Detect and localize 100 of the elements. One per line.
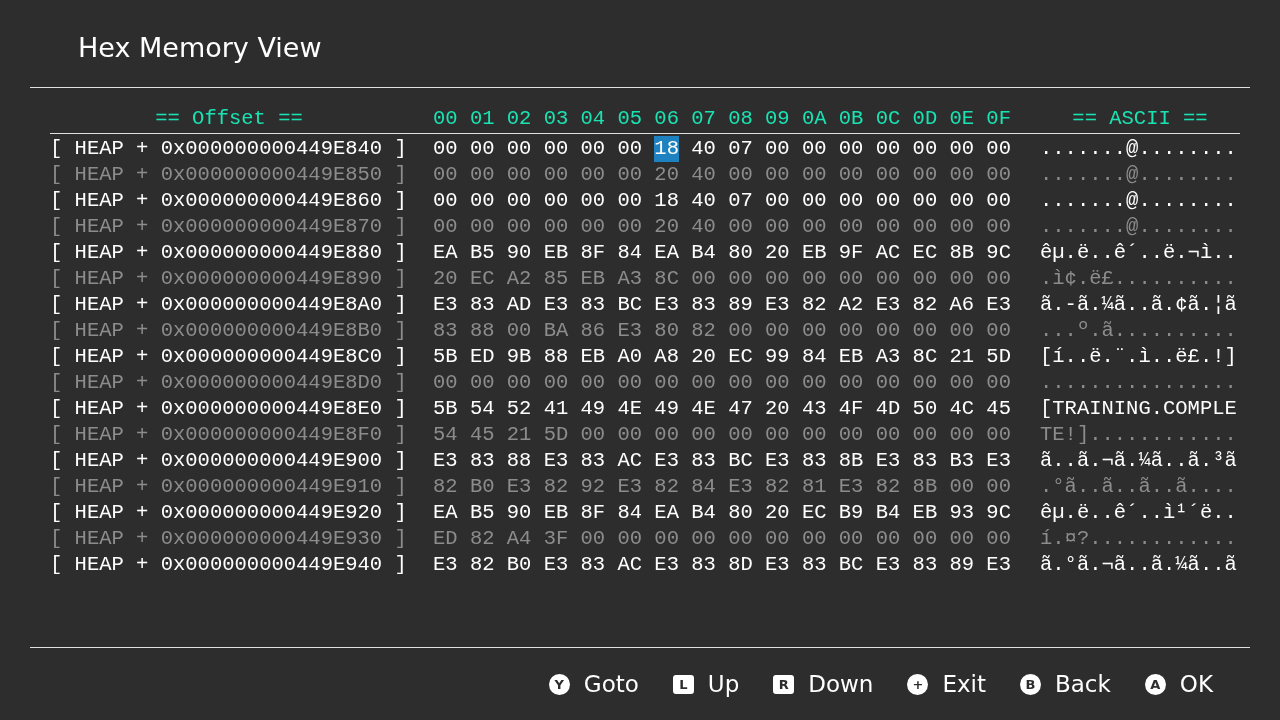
byte-cell[interactable]: 00 xyxy=(801,136,827,162)
byte-cell[interactable]: 8D xyxy=(728,552,753,578)
byte-cell[interactable]: 00 xyxy=(986,162,1011,188)
byte-cell[interactable]: 00 xyxy=(580,162,606,188)
byte-cell[interactable]: 00 xyxy=(617,526,643,552)
byte-cell[interactable]: 00 xyxy=(949,266,975,292)
byte-cell[interactable]: 00 xyxy=(838,162,864,188)
byte-cell[interactable]: 00 xyxy=(912,162,938,188)
byte-cell[interactable]: ED xyxy=(433,526,458,552)
byte-cell[interactable]: B5 xyxy=(469,500,495,526)
byte-cell[interactable]: 82 xyxy=(912,292,938,318)
byte-cell[interactable]: 00 xyxy=(654,422,679,448)
byte-cell[interactable]: 4F xyxy=(838,396,864,422)
byte-cell[interactable]: 00 xyxy=(691,266,716,292)
byte-cell[interactable]: 80 xyxy=(728,500,753,526)
footer-button[interactable]: A OK xyxy=(1132,671,1225,697)
byte-cell[interactable]: E3 xyxy=(433,292,458,318)
byte-cell[interactable]: 9C xyxy=(986,240,1011,266)
byte-cell[interactable]: A0 xyxy=(617,344,643,370)
byte-cell[interactable]: 00 xyxy=(728,318,753,344)
byte-cell[interactable]: 80 xyxy=(728,240,753,266)
byte-cell[interactable]: 45 xyxy=(469,422,495,448)
byte-cell[interactable]: EC xyxy=(469,266,495,292)
byte-cell[interactable]: 00 xyxy=(433,136,458,162)
byte-cell[interactable]: 00 xyxy=(986,474,1011,500)
byte-cell[interactable]: 00 xyxy=(949,318,975,344)
byte-cell[interactable]: 40 xyxy=(691,188,716,214)
byte-cell[interactable]: EB xyxy=(543,500,569,526)
byte-cell[interactable]: E3 xyxy=(765,448,790,474)
byte-cell[interactable]: B4 xyxy=(875,500,901,526)
byte-cell[interactable]: 00 xyxy=(875,162,901,188)
byte-cell[interactable]: 83 xyxy=(912,552,938,578)
byte-cell[interactable]: E3 xyxy=(875,292,901,318)
byte-cell[interactable]: 00 xyxy=(654,526,679,552)
byte-cell[interactable]: 00 xyxy=(617,188,643,214)
byte-cell[interactable]: 00 xyxy=(506,188,532,214)
byte-cell[interactable]: 00 xyxy=(506,136,532,162)
byte-cell[interactable]: 00 xyxy=(838,136,864,162)
byte-cell[interactable]: 00 xyxy=(949,188,975,214)
footer-button[interactable]: L Up xyxy=(660,671,752,697)
byte-cell[interactable]: 21 xyxy=(949,344,975,370)
byte-cell[interactable]: 00 xyxy=(838,422,864,448)
byte-cell[interactable]: 00 xyxy=(728,370,753,396)
byte-cell[interactable]: E3 xyxy=(654,292,679,318)
byte-cell[interactable]: 4E xyxy=(617,396,643,422)
byte-cell[interactable]: 00 xyxy=(580,136,606,162)
byte-cell[interactable]: 00 xyxy=(691,370,716,396)
byte-cell[interactable]: 00 xyxy=(617,214,643,240)
byte-cell[interactable]: 83 xyxy=(469,292,495,318)
byte-cell[interactable]: 00 xyxy=(838,370,864,396)
byte-cell[interactable]: 83 xyxy=(580,448,606,474)
byte-cell[interactable]: AC xyxy=(875,240,901,266)
byte-cell[interactable]: 00 xyxy=(801,526,827,552)
byte-cell[interactable]: 82 xyxy=(801,292,827,318)
byte-cell[interactable]: E3 xyxy=(543,292,569,318)
byte-cell[interactable]: EB xyxy=(838,344,864,370)
byte-cell[interactable]: 00 xyxy=(469,136,495,162)
byte-cell[interactable]: 83 xyxy=(801,552,827,578)
byte-cell[interactable]: 00 xyxy=(728,266,753,292)
byte-cell[interactable]: 00 xyxy=(875,526,901,552)
byte-cell[interactable]: 00 xyxy=(765,188,790,214)
byte-cell[interactable]: B3 xyxy=(949,448,975,474)
byte-cell[interactable]: EA xyxy=(433,240,458,266)
byte-cell[interactable]: 83 xyxy=(691,552,716,578)
byte-cell[interactable]: 00 xyxy=(838,526,864,552)
byte-cell[interactable]: 21 xyxy=(506,422,532,448)
byte-cell[interactable]: 00 xyxy=(986,136,1011,162)
byte-cell[interactable]: A3 xyxy=(617,266,643,292)
byte-cell[interactable]: 00 xyxy=(986,318,1011,344)
byte-cell[interactable]: 00 xyxy=(875,188,901,214)
byte-cell[interactable]: 00 xyxy=(765,318,790,344)
byte-cell[interactable]: 00 xyxy=(469,370,495,396)
byte-cell[interactable]: 00 xyxy=(654,370,679,396)
byte-cell[interactable]: 82 xyxy=(469,526,495,552)
byte-cell[interactable]: 00 xyxy=(801,266,827,292)
byte-cell[interactable]: 5B xyxy=(433,344,458,370)
byte-cell[interactable]: 8C xyxy=(654,266,679,292)
byte-cell[interactable]: 83 xyxy=(691,292,716,318)
byte-cell[interactable]: 00 xyxy=(765,266,790,292)
byte-cell[interactable]: 9C xyxy=(986,500,1011,526)
byte-cell[interactable]: 00 xyxy=(580,188,606,214)
byte-cell[interactable]: 00 xyxy=(765,214,790,240)
byte-cell[interactable]: 4C xyxy=(949,396,975,422)
byte-cell[interactable]: 8C xyxy=(912,344,938,370)
byte-cell[interactable]: 20 xyxy=(765,240,790,266)
byte-cell[interactable]: 81 xyxy=(801,474,827,500)
byte-cell[interactable]: 00 xyxy=(433,370,458,396)
byte-cell[interactable]: EC xyxy=(801,500,827,526)
byte-cell[interactable]: 07 xyxy=(728,136,753,162)
byte-cell[interactable]: 00 xyxy=(765,526,790,552)
byte-cell[interactable]: 00 xyxy=(986,526,1011,552)
byte-cell[interactable]: EA xyxy=(654,500,679,526)
byte-cell[interactable]: 52 xyxy=(506,396,532,422)
footer-button[interactable]: Y Goto xyxy=(536,671,651,697)
byte-cell[interactable]: 8F xyxy=(580,240,606,266)
byte-cell[interactable]: 82 xyxy=(469,552,495,578)
footer-button[interactable]: B Back xyxy=(1007,671,1123,697)
byte-cell[interactable]: 00 xyxy=(617,162,643,188)
byte-cell[interactable]: 00 xyxy=(506,370,532,396)
byte-cell[interactable]: 00 xyxy=(949,136,975,162)
